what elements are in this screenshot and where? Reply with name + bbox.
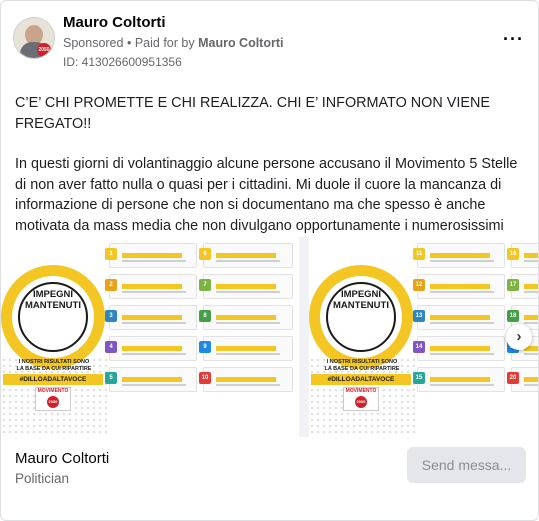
achievement-number: 3	[105, 310, 117, 322]
achievement-number: 5	[105, 372, 117, 384]
achievement-row: 16	[105, 243, 295, 268]
achievement-card	[417, 367, 505, 392]
achievement-list: 11161217131814191520	[413, 243, 538, 398]
logo-text: MOVIMENTO	[37, 388, 69, 394]
achievement-number: 16	[507, 248, 519, 260]
achievement-card	[417, 274, 505, 299]
achievement-card	[203, 336, 293, 361]
achievement-number: 1	[105, 248, 117, 260]
logo-year: 2050	[355, 396, 367, 408]
ad-card: 2050 Mauro Coltorti Sponsored • Paid for…	[0, 0, 539, 521]
achievement-number: 12	[413, 279, 425, 291]
post-headline: C’E’ CHI PROMETTE E CHI REALIZZA. CHI E’…	[15, 95, 490, 132]
library-id: ID: 413026600951356	[63, 55, 182, 69]
slide-ring-title: IMPEGNI MANTENUTI	[333, 289, 389, 311]
sponsored-label: Sponsored	[63, 36, 124, 50]
achievement-number: 2	[105, 279, 117, 291]
achievement-number: 11	[413, 248, 425, 260]
achievement-card	[109, 305, 197, 330]
m5s-logo: MOVIMENTO 2050	[35, 387, 71, 411]
slide-subtitle: I NOSTRI RISULTATI SONO LA BASE DA CUI R…	[324, 359, 400, 372]
achievement-number: 6	[199, 248, 211, 260]
achievement-number: 14	[413, 341, 425, 353]
achievement-row: 11 16	[413, 243, 538, 268]
achievement-number: 20	[507, 372, 519, 384]
achievement-number: 18	[507, 310, 519, 322]
chevron-right-icon[interactable]: ›	[506, 324, 532, 350]
footer-page-name[interactable]: Mauro Coltorti	[15, 450, 109, 467]
achievement-card	[417, 305, 505, 330]
achievement-card	[109, 243, 197, 268]
ring-graphic	[309, 265, 413, 369]
carousel-slide[interactable]: IMPEGNI MANTENUTI I NOSTRI RISULTATI SON…	[1, 237, 299, 437]
achievement-card	[109, 336, 197, 361]
achievement-card	[203, 305, 293, 330]
achievement-number: 7	[199, 279, 211, 291]
achievement-number: 9	[199, 341, 211, 353]
footer-category: Politician	[15, 471, 70, 486]
image-carousel[interactable]: IMPEGNI MANTENUTI I NOSTRI RISULTATI SON…	[1, 237, 538, 437]
slide-subtitle: I NOSTRI RISULTATI SONO LA BASE DA CUI R…	[16, 359, 92, 372]
achievement-number: 8	[199, 310, 211, 322]
m5s-logo: MOVIMENTO 2050	[343, 387, 379, 411]
ad-header: 2050 Mauro Coltorti Sponsored • Paid for…	[13, 13, 526, 69]
carousel-slide[interactable]: IMPEGNI MANTENUTI I NOSTRI RISULTATI SON…	[309, 237, 538, 437]
slide-ring-title: IMPEGNI MANTENUTI	[25, 289, 81, 311]
achievement-row: 12 17	[413, 274, 538, 299]
send-message-button[interactable]: Send messa...	[407, 447, 526, 483]
paid-for-prefix: Paid for by	[134, 36, 195, 50]
achievement-number: 17	[507, 279, 519, 291]
achievement-card	[203, 243, 293, 268]
meta-separator: •	[126, 36, 132, 50]
slide-hashtag: #DILLOADALTAVOCE	[3, 374, 103, 385]
achievement-number: 4	[105, 341, 117, 353]
logo-text: MOVIMENTO	[345, 388, 377, 394]
achievement-row: 49	[105, 336, 295, 361]
more-horizontal-icon[interactable]: ···	[503, 29, 524, 50]
page-name[interactable]: Mauro Coltorti	[63, 14, 166, 31]
achievement-list: 1 6 2 7 3 8 4 9 5 10	[105, 243, 295, 398]
slide-hashtag: #DILLOADALTAVOCE	[311, 374, 411, 385]
sponsored-line: Sponsored • Paid for by Mauro Coltorti	[63, 36, 284, 50]
achievement-number: 10	[199, 372, 211, 384]
achievement-card	[203, 367, 293, 392]
achievement-number: 15	[413, 372, 425, 384]
achievement-row: 38	[105, 305, 295, 330]
avatar[interactable]: 2050	[13, 17, 55, 59]
paid-for-name: Mauro Coltorti	[198, 36, 284, 50]
avatar-badge: 2050	[37, 43, 51, 57]
achievement-row: 27	[105, 274, 295, 299]
achievement-number: 13	[413, 310, 425, 322]
achievement-card	[417, 336, 505, 361]
achievement-row: 15 20	[413, 367, 538, 392]
achievement-card	[109, 367, 197, 392]
achievement-card	[109, 274, 197, 299]
achievement-card	[203, 274, 293, 299]
achievement-row: 5 10	[105, 367, 295, 392]
ring-graphic	[1, 265, 105, 369]
logo-year: 2050	[47, 396, 59, 408]
achievement-card	[417, 243, 505, 268]
